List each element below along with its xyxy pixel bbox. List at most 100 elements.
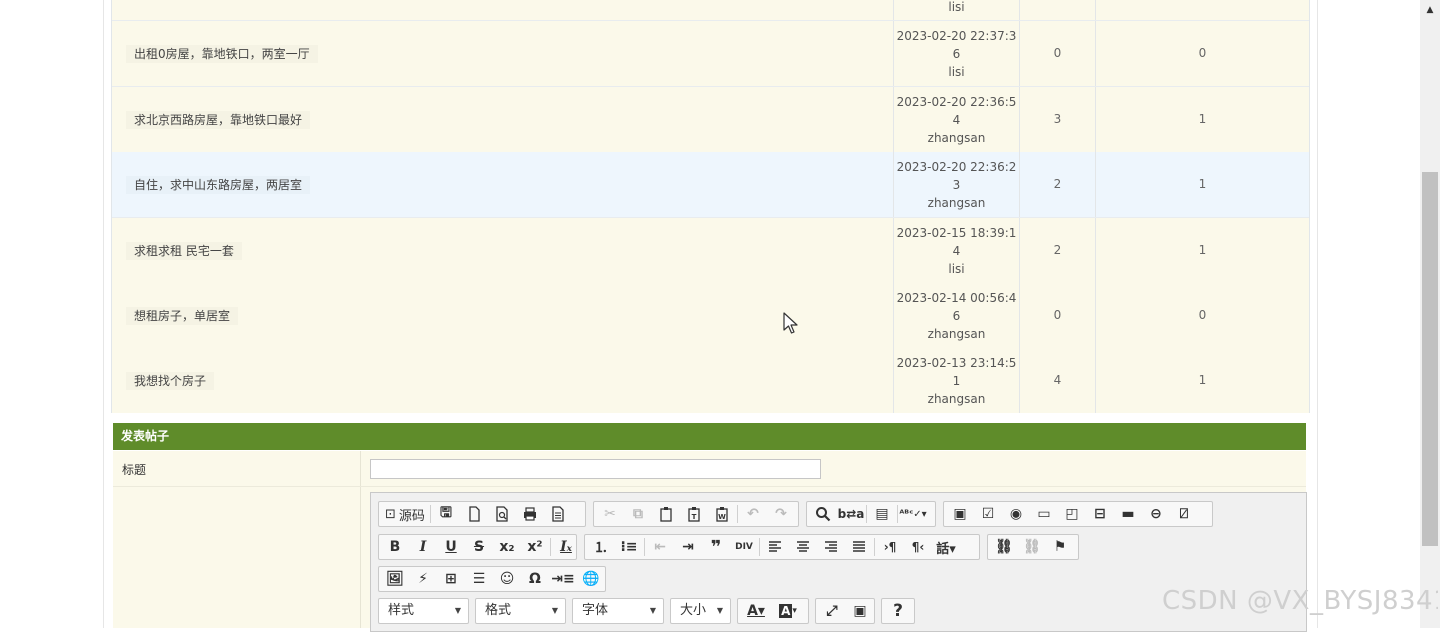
post-date-cont: 1: [952, 374, 961, 388]
post-info-cell: 2023-02-20 22:37:3 6 lisi: [893, 21, 1019, 86]
size-combo[interactable]: 大小 ▼: [670, 598, 731, 624]
post-hits-cell: 0: [1095, 283, 1309, 348]
show-blocks-icon[interactable]: ▣: [846, 600, 874, 622]
remove-format-icon[interactable]: Iₓ: [552, 536, 580, 558]
text-color-icon[interactable]: A▾: [740, 600, 772, 622]
post-title-cell: 求北京西路房屋，靠地铁口最好: [112, 87, 893, 152]
link-icon[interactable]: ⛓: [990, 536, 1018, 558]
post-title-link[interactable]: 求租求租 民宅一套: [126, 242, 242, 260]
align-right-icon[interactable]: [817, 536, 845, 558]
chevron-down-icon: ▼: [716, 606, 723, 615]
title-input[interactable]: [370, 459, 821, 479]
paste-word-icon[interactable]: W: [708, 503, 736, 525]
content-label: [113, 487, 361, 628]
post-hits-cell: 0: [1095, 21, 1309, 86]
new-page-icon[interactable]: [460, 503, 488, 525]
special-char-icon[interactable]: Ω: [521, 568, 549, 590]
textfield-icon[interactable]: ▭: [1030, 503, 1058, 525]
post-title-link[interactable]: 自住，求中山东路房屋，两居室: [126, 176, 311, 194]
save-icon[interactable]: 🖫: [432, 503, 460, 525]
find-icon[interactable]: [809, 503, 837, 525]
post-replies-cell: 2: [1019, 152, 1095, 217]
copy-icon[interactable]: ⧉: [624, 503, 652, 525]
post-hits: 0: [1198, 46, 1207, 60]
post-title-link[interactable]: 求北京西路房屋，靠地铁口最好: [126, 111, 311, 129]
div-icon[interactable]: DIV: [730, 536, 758, 558]
button-icon[interactable]: ▬: [1114, 503, 1142, 525]
subscript-icon[interactable]: x₂: [493, 536, 521, 558]
preview-icon[interactable]: [488, 503, 516, 525]
select-icon[interactable]: ⊟: [1086, 503, 1114, 525]
maximize-icon[interactable]: ⤢: [818, 600, 846, 622]
post-title-link[interactable]: 出租0房屋，靠地铁口，两室一厅: [126, 45, 318, 63]
flash-icon[interactable]: ⚡: [409, 568, 437, 590]
cut-icon[interactable]: ✂: [596, 503, 624, 525]
italic-icon[interactable]: I: [409, 536, 437, 558]
templates-icon[interactable]: [544, 503, 572, 525]
print-icon[interactable]: [516, 503, 544, 525]
post-replies-cell: 2: [1019, 218, 1095, 283]
post-replies: 4: [1053, 373, 1062, 387]
underline-icon[interactable]: U: [437, 536, 465, 558]
horizontal-rule-icon[interactable]: ☰: [465, 568, 493, 590]
checkbox-icon[interactable]: ☑: [974, 503, 1002, 525]
post-info-cell: 2023-02-14 00:56:4 6 zhangsan: [893, 283, 1019, 348]
post-date-cont: 3: [952, 178, 961, 192]
iframe-icon[interactable]: 🌐: [577, 568, 605, 590]
scroll-thumb[interactable]: [1422, 172, 1438, 546]
radio-icon[interactable]: ◉: [1002, 503, 1030, 525]
post-replies: 3: [1053, 112, 1062, 126]
post-replies-cell: 0: [1019, 283, 1095, 348]
page-break-icon[interactable]: ⇥≡: [549, 568, 577, 590]
redo-icon[interactable]: ↷: [767, 503, 795, 525]
justify-icon[interactable]: [845, 536, 873, 558]
image-button-icon[interactable]: ⊖: [1142, 503, 1170, 525]
blockquote-icon[interactable]: ❞: [702, 536, 730, 558]
bulleted-list-icon[interactable]: ⁝≡: [615, 536, 643, 558]
superscript-icon[interactable]: x²: [521, 536, 549, 558]
textarea-icon[interactable]: ◰: [1058, 503, 1086, 525]
form-icon[interactable]: ▣: [946, 503, 974, 525]
font-combo[interactable]: 字体 ▼: [572, 598, 664, 624]
table-icon[interactable]: ⊞: [437, 568, 465, 590]
hidden-field-icon[interactable]: ⍁: [1170, 503, 1198, 525]
select-all-icon[interactable]: ▤: [868, 503, 896, 525]
source-button[interactable]: ⊡ 源码: [381, 503, 429, 525]
rtl-icon[interactable]: ¶‹: [904, 536, 932, 558]
unlink-icon[interactable]: ⛓: [1018, 536, 1046, 558]
scroll-up-icon[interactable]: ▲: [1420, 0, 1440, 20]
image-icon[interactable]: 🖼: [381, 568, 409, 590]
chevron-down-icon: ▼: [454, 606, 461, 615]
outdent-icon[interactable]: ⇤: [646, 536, 674, 558]
format-combo[interactable]: 格式 ▼: [475, 598, 566, 624]
post-date-cont: 6: [952, 309, 961, 323]
toolbar-forms: ▣ ☑ ◉ ▭ ◰ ⊟ ▬ ⊖ ⍁: [943, 501, 1213, 527]
spellcheck-icon[interactable]: ᴬᴮᶜ✓▾: [899, 503, 927, 525]
table-row: 想租房子，单居室 2023-02-14 00:56:4 6 zhangsan 0 0: [112, 283, 1309, 349]
align-center-icon[interactable]: [789, 536, 817, 558]
align-left-icon[interactable]: [761, 536, 789, 558]
post-hits: 1: [1198, 177, 1207, 191]
post-title-link[interactable]: 我想找个房子: [126, 372, 215, 390]
anchor-icon[interactable]: ⚑: [1046, 536, 1074, 558]
help-icon[interactable]: ?: [884, 600, 912, 622]
post-date-cont: 4: [952, 113, 961, 127]
paste-text-icon[interactable]: T: [680, 503, 708, 525]
smiley-icon[interactable]: ☺: [493, 568, 521, 590]
ltr-icon[interactable]: ›¶: [876, 536, 904, 558]
undo-icon[interactable]: ↶: [739, 503, 767, 525]
bg-color-icon[interactable]: A ▾: [772, 600, 804, 622]
strike-icon[interactable]: S: [465, 536, 493, 558]
post-date: 2023-02-20 22:36:2: [896, 160, 1017, 174]
post-title-link[interactable]: 想租房子，单居室: [126, 307, 239, 325]
bold-icon[interactable]: B: [381, 536, 409, 558]
style-combo[interactable]: 样式 ▼: [378, 598, 469, 624]
post-title-cell: 我想找个房子: [112, 348, 893, 413]
vertical-scrollbar[interactable]: ▲: [1420, 0, 1440, 628]
post-replies: 2: [1053, 177, 1062, 191]
numbered-list-icon[interactable]: ⒈: [587, 536, 615, 558]
paste-icon[interactable]: [652, 503, 680, 525]
language-icon[interactable]: 話▾: [932, 536, 960, 558]
replace-icon[interactable]: b⇄a: [837, 503, 865, 525]
indent-icon[interactable]: ⇥: [674, 536, 702, 558]
